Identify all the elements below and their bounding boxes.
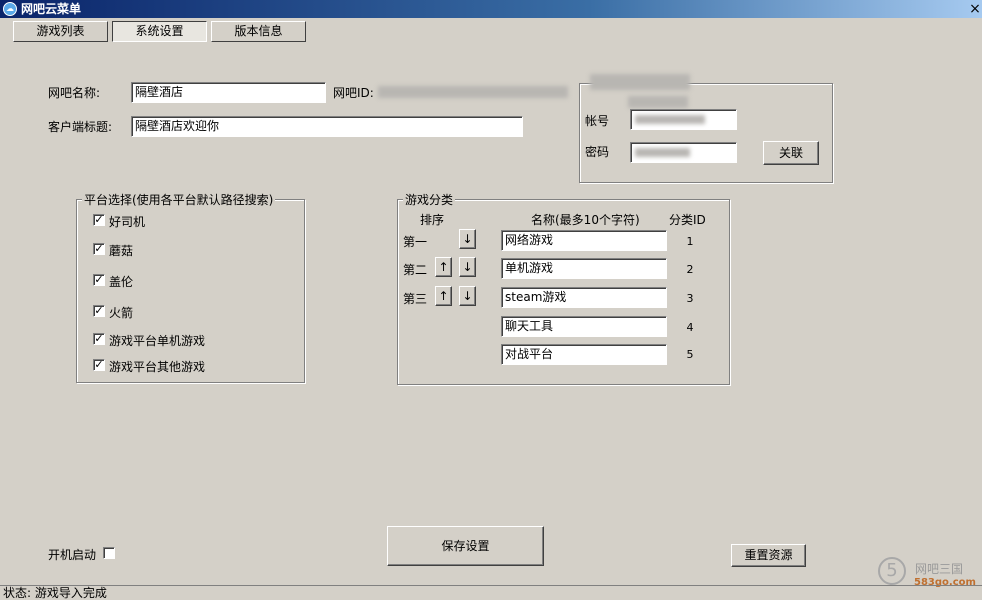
order-label-third: 第三 xyxy=(403,292,428,306)
platform-label-haosiji: 好司机 xyxy=(109,215,146,229)
platform-checkbox-other-games[interactable]: ✓ xyxy=(93,359,105,371)
order-label-first: 第一 xyxy=(403,235,428,249)
tab-game-list[interactable]: 游戏列表 xyxy=(13,21,108,42)
client-title-input[interactable]: 隔壁酒店欢迎你 xyxy=(131,116,523,137)
platform-checkbox-single-games[interactable]: ✓ xyxy=(93,333,105,345)
platform-group-title: 平台选择(使用各平台默认路径搜索) xyxy=(82,191,276,208)
netcafe-name-input[interactable]: 隔壁酒店 xyxy=(131,82,326,103)
window-title: 网吧云菜单 xyxy=(21,2,82,16)
move-up-button-3[interactable]: ↑ xyxy=(435,286,452,306)
autostart-label: 开机启动 xyxy=(48,548,97,562)
order-label-second: 第二 xyxy=(403,263,428,277)
watermark-logo-icon: 5 xyxy=(878,557,906,585)
netcafe-id-redacted xyxy=(378,86,568,98)
platform-checkbox-huojian[interactable]: ✓ xyxy=(93,305,105,317)
platform-checkbox-mogu[interactable]: ✓ xyxy=(93,243,105,255)
account-value-redacted xyxy=(635,115,705,124)
category-group-title: 游戏分类 xyxy=(403,191,456,208)
id-header: 分类ID xyxy=(669,213,706,227)
platform-label-mogu: 蘑菇 xyxy=(109,244,134,258)
category-id-1: 1 xyxy=(686,235,694,248)
move-down-button-2[interactable]: ↓ xyxy=(459,257,476,277)
move-down-button-1[interactable]: ↓ xyxy=(459,229,476,249)
autostart-checkbox[interactable] xyxy=(103,547,115,559)
password-value-redacted xyxy=(635,148,690,157)
tab-version-info[interactable]: 版本信息 xyxy=(211,21,306,42)
category-name-input-5[interactable]: 对战平台 xyxy=(501,344,667,365)
account-label: 帐号 xyxy=(585,114,610,128)
client-title-label: 客户端标题: xyxy=(48,120,113,134)
account-hint-redacted xyxy=(628,96,688,108)
platform-label-single-games: 游戏平台单机游戏 xyxy=(109,334,206,348)
cloud-icon: ☁ xyxy=(3,2,17,16)
watermark-brand: 网吧三国 xyxy=(915,562,964,576)
reset-resources-button[interactable]: 重置资源 xyxy=(731,544,806,567)
order-header: 排序 xyxy=(420,213,445,227)
category-name-input-2[interactable]: 单机游戏 xyxy=(501,258,667,279)
close-icon[interactable]: × xyxy=(968,0,982,18)
category-id-5: 5 xyxy=(686,348,694,361)
status-bar: 状态: 游戏导入完成 xyxy=(0,585,982,600)
move-down-button-3[interactable]: ↓ xyxy=(459,286,476,306)
platform-checkbox-gailun[interactable]: ✓ xyxy=(93,274,105,286)
account-group-title-redacted xyxy=(590,74,690,90)
platform-label-other-games: 游戏平台其他游戏 xyxy=(109,360,206,374)
name-header: 名称(最多10个字符) xyxy=(531,213,640,227)
platform-label-gailun: 盖伦 xyxy=(109,275,134,289)
platform-checkbox-haosiji[interactable]: ✓ xyxy=(93,214,105,226)
platform-label-huojian: 火箭 xyxy=(109,306,134,320)
password-label: 密码 xyxy=(585,145,610,159)
category-name-input-1[interactable]: 网络游戏 xyxy=(501,230,667,251)
category-name-input-4[interactable]: 聊天工具 xyxy=(501,316,667,337)
move-up-button-2[interactable]: ↑ xyxy=(435,257,452,277)
netcafe-name-label: 网吧名称: xyxy=(48,86,101,100)
category-id-4: 4 xyxy=(686,321,694,334)
category-id-2: 2 xyxy=(686,263,694,276)
tab-system-settings[interactable]: 系统设置 xyxy=(112,21,207,42)
title-bar: ☁ 网吧云菜单 × xyxy=(0,0,982,18)
category-id-3: 3 xyxy=(686,292,694,305)
save-settings-button[interactable]: 保存设置 xyxy=(387,526,544,566)
link-account-button[interactable]: 关联 xyxy=(763,141,819,165)
account-groupbox xyxy=(579,83,833,183)
category-name-input-3[interactable]: steam游戏 xyxy=(501,287,667,308)
netcafe-id-label: 网吧ID: xyxy=(333,86,374,100)
password-input[interactable] xyxy=(630,142,737,163)
account-input[interactable] xyxy=(630,109,737,130)
status-text: 状态: 游戏导入完成 xyxy=(3,586,107,600)
